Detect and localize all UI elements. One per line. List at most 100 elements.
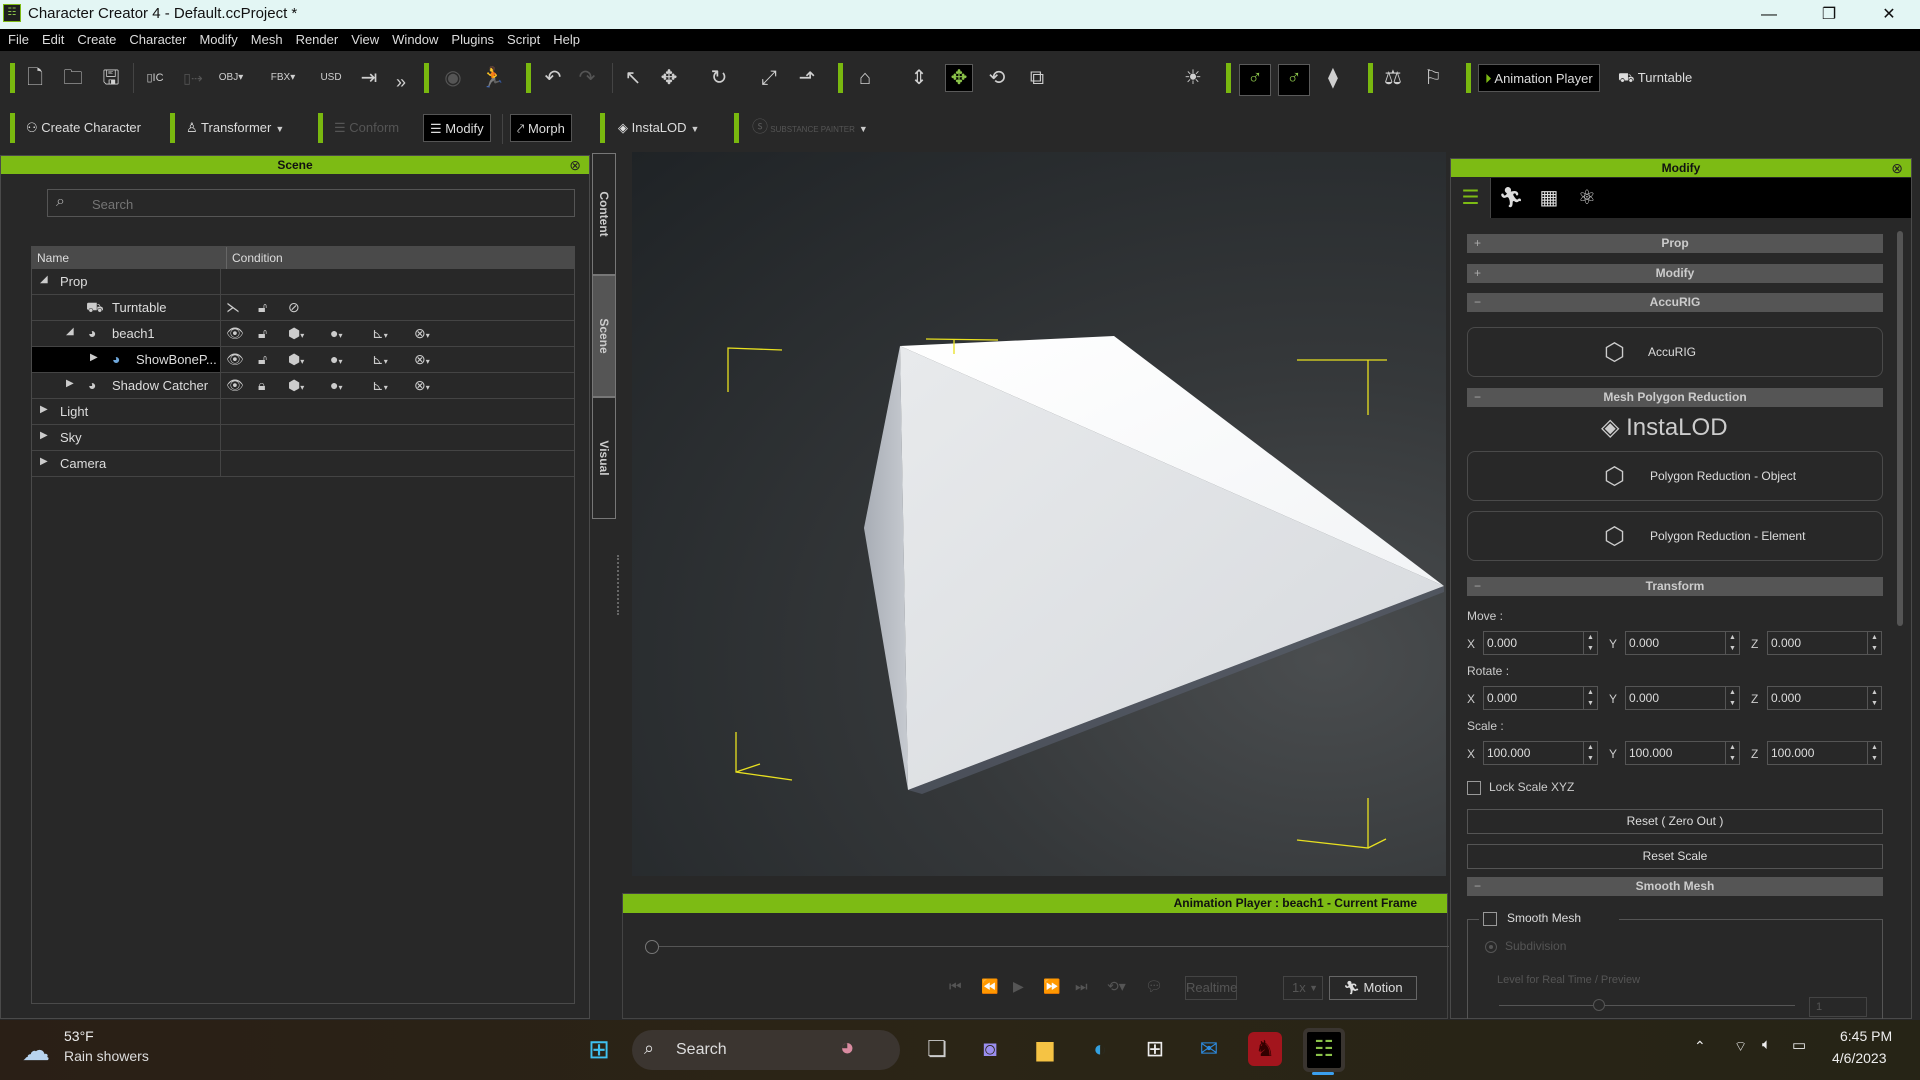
align-icon[interactable]: ⬏ xyxy=(794,65,820,91)
sliders-tab-icon[interactable]: ☰ xyxy=(1451,178,1491,218)
tree-row-camera[interactable]: ▶ Camera xyxy=(32,451,574,477)
task-view-icon[interactable]: ❏ xyxy=(920,1032,954,1066)
previous-frame-icon[interactable]: ⏪ xyxy=(981,978,998,995)
select-icon[interactable]: ↖ xyxy=(620,65,646,91)
cube-icon[interactable]: ⬢▾ xyxy=(288,351,304,368)
spinner-icon[interactable]: ▲ ▼ xyxy=(1867,742,1881,764)
motion-icon[interactable]: 🏃 xyxy=(480,65,506,91)
tree-row-showbone[interactable]: ▶ ◕ ShowBoneP... 👁︎ 🔓︎ ⬢▾ ●▾ ⊾▾ ⊗▾ xyxy=(32,347,574,373)
orbit-icon[interactable]: ⟲ xyxy=(984,65,1010,91)
close-panel-icon[interactable]: ⊗ xyxy=(569,156,581,174)
move-z-input[interactable] xyxy=(1771,635,1863,651)
modify-panel-scrollbar[interactable] xyxy=(1897,231,1903,626)
tree-row-light[interactable]: ▶ Light xyxy=(32,399,574,425)
instalod-button[interactable]: ◈ InstaLOD ▼ xyxy=(612,114,705,142)
spinner-icon[interactable]: ▲ ▼ xyxy=(1583,632,1597,654)
3d-viewport[interactable] xyxy=(632,152,1446,876)
panel-resize-handle[interactable] xyxy=(617,555,621,615)
motion-tab-icon[interactable]: 🏃︎ xyxy=(1491,178,1531,218)
spinner-icon[interactable]: ▲ ▼ xyxy=(1725,632,1739,654)
eye-icon[interactable]: 👁︎ xyxy=(226,377,244,394)
projection-icon[interactable]: ⧉ xyxy=(1024,65,1050,91)
cube-icon[interactable]: ⬢▾ xyxy=(288,325,304,342)
weather-temperature[interactable]: 53°F xyxy=(64,1028,94,1044)
move-y-field[interactable]: ▲▼ xyxy=(1625,631,1740,655)
redo-icon[interactable]: ↷ xyxy=(574,65,600,91)
battery-icon[interactable]: ▭ xyxy=(1792,1036,1806,1054)
microsoft-store-icon[interactable]: ⊞ xyxy=(1138,1032,1172,1066)
loop-icon[interactable]: ⟲▾ xyxy=(1107,978,1126,995)
minimize-button[interactable]: — xyxy=(1740,0,1798,29)
polygon-reduction-element-button[interactable]: ⬡ Polygon Reduction - Element xyxy=(1467,511,1883,561)
menu-mesh[interactable]: Mesh xyxy=(243,29,283,51)
pose-balance-icon[interactable]: ⚖ xyxy=(1380,65,1406,91)
menu-window[interactable]: Window xyxy=(384,29,438,51)
remove-icon[interactable]: ⊗▾ xyxy=(414,377,430,394)
save-icon[interactable]: 🖫 xyxy=(98,65,124,91)
scale-y-input[interactable] xyxy=(1629,745,1721,761)
export-fbx-icon[interactable]: FBX▾ xyxy=(270,65,296,91)
shape-icon[interactable]: ⊾▾ xyxy=(372,377,388,394)
collapsed-triangle-icon[interactable]: ▶ xyxy=(66,378,74,389)
send-to-icon[interactable]: ⇥ xyxy=(356,65,382,91)
tab-scene[interactable]: Scene xyxy=(592,275,616,397)
light-icon[interactable]: ☀ xyxy=(1180,65,1206,91)
lock-scale-checkbox[interactable] xyxy=(1467,781,1481,795)
wifi-icon[interactable]: ⌔ xyxy=(1734,1038,1747,1056)
move-z-field[interactable]: ▲▼ xyxy=(1767,631,1882,655)
unlock-icon[interactable]: 🔓︎ xyxy=(258,299,267,316)
menu-render[interactable]: Render xyxy=(288,29,339,51)
menu-character[interactable]: Character xyxy=(121,29,186,51)
volume-icon[interactable]: 🔈︎ xyxy=(1762,1036,1771,1053)
scale-y-field[interactable]: ▲▼ xyxy=(1625,741,1740,765)
character-creator-taskbar-icon[interactable]: ☷ xyxy=(1303,1028,1345,1072)
maximize-button[interactable]: ❐ xyxy=(1800,0,1858,29)
fit-vertical-icon[interactable]: ⇕ xyxy=(906,65,932,91)
physics-tab-icon[interactable]: ⚛ xyxy=(1567,178,1607,218)
section-accurig[interactable]: − AccuRIG xyxy=(1467,293,1883,312)
texture-tab-icon[interactable]: ▦ xyxy=(1529,178,1569,218)
unlock-icon[interactable]: 🔓︎ xyxy=(258,351,267,368)
export-usd-icon[interactable]: USD xyxy=(318,65,344,91)
undo-icon[interactable]: ↶ xyxy=(540,65,566,91)
scene-search-box[interactable]: ⌕ xyxy=(47,189,575,217)
skip-to-end-icon[interactable]: ⏭ xyxy=(1075,978,1088,995)
scale-icon[interactable]: ⤢ xyxy=(756,65,782,91)
material-sphere-icon[interactable]: ●▾ xyxy=(330,377,342,393)
material-sphere-icon[interactable]: ●▾ xyxy=(330,351,342,367)
menu-view[interactable]: View xyxy=(343,29,379,51)
close-panel-icon[interactable]: ⊗ xyxy=(1891,159,1903,177)
section-transform[interactable]: − Transform xyxy=(1467,577,1883,596)
unlock-icon[interactable]: 🔓︎ xyxy=(258,325,267,342)
menu-script[interactable]: Script xyxy=(499,29,540,51)
animation-player-button[interactable]: ⏵ Animation Player xyxy=(1478,64,1600,92)
remove-icon[interactable]: ⊗▾ xyxy=(414,351,430,368)
expanded-triangle-icon[interactable]: ◢ xyxy=(66,326,74,337)
gender-morph-icon[interactable]: ♂ xyxy=(1239,64,1271,96)
scale-x-field[interactable]: ▲▼ xyxy=(1483,741,1598,765)
subtitle-icon[interactable]: 💬︎ xyxy=(1145,978,1163,995)
remove-icon[interactable]: ⊗▾ xyxy=(414,325,430,342)
polygon-reduction-object-button[interactable]: ⬡ Polygon Reduction - Object xyxy=(1467,451,1883,501)
show-hidden-icons-icon[interactable]: ⌃ xyxy=(1694,1038,1706,1055)
move-x-input[interactable] xyxy=(1487,635,1579,651)
reset-zero-out-button[interactable]: Reset ( Zero Out ) xyxy=(1467,809,1883,834)
move-y-input[interactable] xyxy=(1629,635,1721,651)
gender-view-icon[interactable]: ♂ xyxy=(1278,64,1310,96)
disable-icon[interactable]: ⊘ xyxy=(288,299,300,316)
rotate-y-field[interactable]: ▲▼ xyxy=(1625,686,1740,710)
motion-button[interactable]: 🏃︎ Motion xyxy=(1329,976,1417,1000)
collapsed-triangle-icon[interactable]: ▶ xyxy=(90,352,98,363)
rotate-z-field[interactable]: ▲▼ xyxy=(1767,686,1882,710)
scale-z-input[interactable] xyxy=(1771,745,1863,761)
rotate-icon[interactable]: ↻ xyxy=(706,65,732,91)
smooth-mesh-checkbox[interactable] xyxy=(1483,912,1497,926)
clock-time[interactable]: 6:45 PM xyxy=(1840,1028,1892,1044)
spinner-icon[interactable]: ▲ ▼ xyxy=(1725,742,1739,764)
column-name[interactable]: Name xyxy=(37,251,69,265)
rotate-x-field[interactable]: ▲▼ xyxy=(1483,686,1598,710)
taskbar-search[interactable]: ⌕ Search ◕ xyxy=(632,1030,900,1070)
column-condition[interactable]: Condition xyxy=(226,247,283,269)
msi-dragon-icon[interactable]: ♞ xyxy=(1248,1032,1282,1066)
edge-browser-icon[interactable]: ◐ xyxy=(1083,1032,1117,1066)
